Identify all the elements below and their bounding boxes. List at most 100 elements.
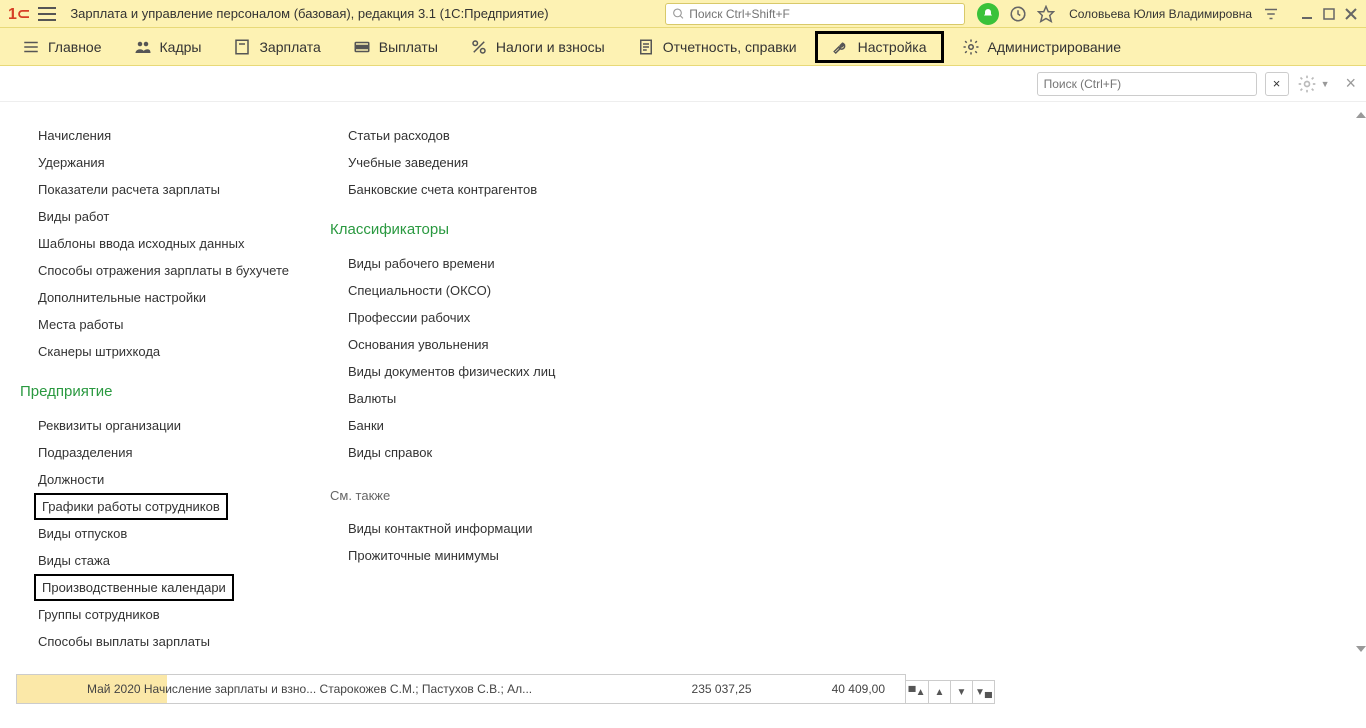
app-title: Зарплата и управление персоналом (базова…: [70, 6, 548, 21]
nav-salary-label: Зарплата: [259, 39, 320, 55]
maximize-icon[interactable]: [1322, 7, 1336, 21]
list-item: Реквизиты организации: [20, 412, 330, 439]
scrollbar[interactable]: [1356, 112, 1364, 652]
pager-up[interactable]: ▲: [928, 681, 950, 703]
pager-first[interactable]: ▀▲: [906, 681, 928, 703]
menu-link[interactable]: Места работы: [38, 317, 124, 332]
menu-link[interactable]: Специальности (ОКСО): [348, 283, 491, 298]
bell-icon: [982, 8, 994, 20]
scroll-down-icon[interactable]: [1356, 646, 1366, 652]
menu-link[interactable]: Профессии рабочих: [348, 310, 470, 325]
list-item: Основания увольнения: [330, 331, 730, 358]
menu-link[interactable]: Удержания: [38, 155, 105, 170]
menu-link[interactable]: Виды рабочего времени: [348, 256, 495, 271]
global-search[interactable]: [665, 3, 965, 25]
nav-main-label: Главное: [48, 39, 102, 55]
gear-icon: [1297, 74, 1317, 94]
list-item: Производственные календари: [20, 574, 330, 601]
close-icon[interactable]: [1344, 7, 1358, 21]
list-item: Виды работ: [20, 203, 330, 230]
list-item: Удержания: [20, 149, 330, 176]
list-item: Начисления: [20, 122, 330, 149]
percent-icon: [470, 38, 488, 56]
list-item: Статьи расходов: [330, 122, 730, 149]
search-icon: [672, 7, 685, 21]
list-item: Подразделения: [20, 439, 330, 466]
nav-admin[interactable]: Администрирование: [948, 31, 1136, 63]
nav-main[interactable]: Главное: [8, 31, 116, 63]
star-icon[interactable]: [1037, 5, 1055, 23]
people-icon: [134, 38, 152, 56]
scroll-up-icon[interactable]: [1356, 112, 1366, 118]
list-item: Профессии рабочих: [330, 304, 730, 331]
nav-taxes[interactable]: Налоги и взносы: [456, 31, 619, 63]
menu-link[interactable]: Банки: [348, 418, 384, 433]
nav-salary[interactable]: Зарплата: [219, 31, 334, 63]
notifications-button[interactable]: [977, 3, 999, 25]
nav-reports[interactable]: Отчетность, справки: [623, 31, 811, 63]
list-item: Виды справок: [330, 439, 730, 466]
menu-link[interactable]: Статьи расходов: [348, 128, 450, 143]
list-item: Банки: [330, 412, 730, 439]
menu-link[interactable]: Дополнительные настройки: [38, 290, 206, 305]
menu-link[interactable]: Сканеры штрихкода: [38, 344, 160, 359]
menu-link[interactable]: Валюты: [348, 391, 396, 406]
minimize-icon[interactable]: [1300, 7, 1314, 21]
clear-search-button[interactable]: ×: [1265, 72, 1289, 96]
panel-search[interactable]: [1037, 72, 1257, 96]
list-item: Валюты: [330, 385, 730, 412]
username[interactable]: Соловьева Юлия Владимировна: [1069, 7, 1252, 21]
footer-row[interactable]: Май 2020 Начисление зарплаты и взно... С…: [16, 674, 906, 704]
x-icon: ×: [1273, 76, 1281, 91]
list-item: Показатели расчета зарплаты: [20, 176, 330, 203]
menu-link[interactable]: Прожиточные минимумы: [348, 548, 499, 563]
menu-link[interactable]: Виды справок: [348, 445, 432, 460]
list-item: Виды контактной информации: [330, 515, 730, 542]
logo-1c: 1⊂: [8, 4, 30, 24]
menu-link[interactable]: Виды контактной информации: [348, 521, 533, 536]
menu-link[interactable]: Должности: [38, 472, 104, 487]
nav-settings[interactable]: Настройка: [815, 31, 944, 63]
list-item: Виды рабочего времени: [330, 250, 730, 277]
menu-link[interactable]: Показатели расчета зарплаты: [38, 182, 220, 197]
filter-icon[interactable]: [1262, 5, 1280, 23]
list-item: Должности: [20, 466, 330, 493]
menu-link[interactable]: Подразделения: [38, 445, 133, 460]
list-item: Шаблоны ввода исходных данных: [20, 230, 330, 257]
menu-link[interactable]: Реквизиты организации: [38, 418, 181, 433]
menu-link[interactable]: Начисления: [38, 128, 111, 143]
list-item: Виды отпусков: [20, 520, 330, 547]
menu-link[interactable]: Шаблоны ввода исходных данных: [38, 236, 244, 251]
menu-link[interactable]: Банковские счета контрагентов: [348, 182, 537, 197]
menu-link[interactable]: Способы отражения зарплаты в бухучете: [38, 263, 289, 278]
menu-link[interactable]: Способы выплаты зарплаты: [38, 634, 210, 649]
menu-icon: [22, 38, 40, 56]
panel-search-input[interactable]: [1044, 77, 1250, 91]
chevron-down-icon: ▼: [1321, 79, 1330, 89]
menu-link[interactable]: Виды работ: [38, 209, 109, 224]
document-icon: [637, 38, 655, 56]
nav-reports-label: Отчетность, справки: [663, 39, 797, 55]
menu-link[interactable]: Виды отпусков: [38, 526, 127, 541]
menu-link[interactable]: Виды стажа: [38, 553, 110, 568]
nav-payments[interactable]: Выплаты: [339, 31, 452, 63]
close-panel-button[interactable]: ×: [1345, 73, 1356, 94]
pager-down[interactable]: ▼: [950, 681, 972, 703]
menu-link[interactable]: Основания увольнения: [348, 337, 489, 352]
history-icon[interactable]: [1009, 5, 1027, 23]
pager-last[interactable]: ▼▄: [972, 681, 994, 703]
menu-link[interactable]: Производственные календари: [34, 574, 234, 601]
list-item: Группы сотрудников: [20, 601, 330, 628]
see-also-label: См. также: [330, 488, 730, 503]
wrench-icon: [832, 38, 850, 56]
panel-settings-button[interactable]: ▼: [1297, 74, 1330, 94]
list-item: Места работы: [20, 311, 330, 338]
global-search-input[interactable]: [689, 7, 958, 21]
nav-hr[interactable]: Кадры: [120, 31, 216, 63]
menu-link[interactable]: Учебные заведения: [348, 155, 468, 170]
hamburger-icon[interactable]: [38, 7, 56, 21]
footer-num1: 235 037,25: [692, 682, 752, 696]
menu-link[interactable]: Виды документов физических лиц: [348, 364, 555, 379]
menu-link[interactable]: Графики работы сотрудников: [34, 493, 228, 520]
menu-link[interactable]: Группы сотрудников: [38, 607, 160, 622]
